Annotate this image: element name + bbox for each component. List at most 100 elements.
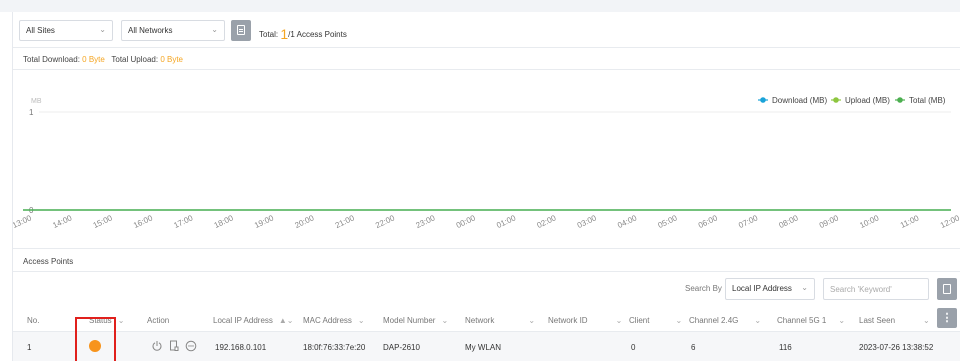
- col-channel-24g[interactable]: Channel 2.4G ⌄: [689, 316, 761, 325]
- cell-network: My WLAN: [465, 343, 501, 352]
- x-tick-label: 09:00: [818, 213, 840, 230]
- col-network-id[interactable]: Network ID ⌄: [548, 316, 622, 325]
- search-by-value: Local IP Address: [732, 284, 792, 293]
- col-local-ip-label: Local IP Address: [213, 316, 273, 325]
- sort-icon: ⌄: [357, 316, 365, 325]
- search-by-label: Search By: [685, 284, 722, 293]
- col-local-ip[interactable]: Local IP Address ▲⌄: [213, 316, 294, 325]
- legend-marker: [897, 97, 903, 103]
- col-no: No.: [27, 316, 40, 325]
- x-tick-label: 05:00: [657, 213, 679, 230]
- cell-channel-5g: 116: [779, 343, 792, 352]
- sort-asc-icon: ▲⌄: [278, 316, 294, 325]
- col-channel-5g[interactable]: Channel 5G 1 ⌄: [777, 316, 845, 325]
- x-tick-label: 11:00: [899, 213, 921, 230]
- legend-marker: [833, 97, 839, 103]
- col-channel-5g-label: Channel 5G 1: [777, 316, 827, 325]
- x-tick-label: 16:00: [132, 213, 154, 230]
- col-client[interactable]: Client ⌄: [629, 316, 682, 325]
- sort-icon: ⌄: [441, 316, 449, 325]
- x-tick-label: 14:00: [51, 213, 73, 230]
- col-mac-label: MAC Address: [303, 316, 352, 325]
- cell-last-seen: 2023-07-26 13:38:52: [859, 343, 934, 352]
- dashboard-panel: All Sites ⌄ All Networks ⌄ Total: 1/1 Ac…: [12, 12, 960, 361]
- sort-icon: ⌄: [528, 316, 536, 325]
- x-tick-label: 18:00: [213, 213, 235, 230]
- export-table-button[interactable]: [937, 278, 957, 300]
- cell-client: 0: [631, 343, 636, 352]
- top-strip: [0, 0, 960, 12]
- traffic-totals: Total Download: 0 Byte Total Upload: 0 B…: [13, 48, 960, 70]
- download-value: 0 Byte: [82, 55, 105, 64]
- total-suffix: /1 Access Points: [288, 30, 347, 39]
- column-options-button[interactable]: ⋮: [937, 308, 957, 328]
- search-by-select[interactable]: Local IP Address ⌄: [725, 278, 815, 300]
- col-model-label: Model Number: [383, 316, 436, 325]
- access-points-toolbar: Search By Local IP Address ⌄: [13, 272, 960, 306]
- col-last-seen[interactable]: Last Seen ⌄: [859, 316, 930, 325]
- access-points-title: Access Points: [23, 257, 74, 266]
- total-count: 1: [280, 26, 289, 42]
- x-tick-label: 03:00: [576, 213, 598, 230]
- upload-value: 0 Byte: [160, 55, 183, 64]
- device-config-icon[interactable]: [168, 340, 180, 352]
- col-channel-24g-label: Channel 2.4G: [689, 316, 739, 325]
- chevron-down-icon: ⌄: [801, 283, 808, 292]
- x-tick-label: 00:00: [455, 213, 477, 230]
- sort-icon: ⌄: [923, 316, 930, 325]
- x-tick-label: 01:00: [495, 213, 517, 230]
- download-label: Total Download:: [23, 55, 80, 64]
- chevron-down-icon: ⌄: [211, 25, 218, 34]
- legend-label: Download (MB): [772, 96, 827, 105]
- search-input[interactable]: [823, 278, 929, 300]
- legend-label: Upload (MB): [845, 96, 890, 105]
- export-icon: [237, 25, 245, 35]
- cell-channel-24g: 6: [691, 343, 696, 352]
- x-tick-label: 19:00: [253, 213, 275, 230]
- total-access-points: Total: 1/1 Access Points: [259, 24, 347, 42]
- cell-local-ip: 192.168.0.101: [215, 343, 267, 352]
- col-model[interactable]: Model Number ⌄: [383, 316, 448, 325]
- x-tick-label: 07:00: [737, 213, 759, 230]
- cell-model: DAP-2610: [383, 343, 420, 352]
- x-tick-label: 20:00: [293, 213, 315, 230]
- x-tick-label: 04:00: [616, 213, 638, 230]
- col-network-id-label: Network ID: [548, 316, 588, 325]
- power-icon[interactable]: [151, 340, 163, 352]
- legend-marker: [760, 97, 766, 103]
- total-prefix: Total:: [259, 30, 279, 39]
- sort-icon: ⌄: [615, 316, 623, 325]
- col-action: Action: [147, 316, 170, 325]
- col-network[interactable]: Network ⌄: [465, 316, 535, 325]
- x-tick-label: 02:00: [535, 213, 557, 230]
- legend-label: Total (MB): [909, 96, 946, 105]
- sort-icon: ⌄: [675, 316, 683, 325]
- x-tick-label: 12:00: [939, 213, 960, 230]
- export-icon: [943, 284, 951, 294]
- x-tick-label: 13:00: [13, 213, 33, 230]
- col-mac[interactable]: MAC Address ⌄: [303, 316, 365, 325]
- cell-no: 1: [27, 343, 32, 352]
- filter-bar: All Sites ⌄ All Networks ⌄ Total: 1/1 Ac…: [13, 12, 960, 48]
- more-options-icon[interactable]: [185, 340, 197, 352]
- export-button[interactable]: [231, 20, 251, 41]
- sites-select-value: All Sites: [26, 26, 55, 35]
- networks-select[interactable]: All Networks ⌄: [121, 20, 225, 41]
- col-last-seen-label: Last Seen: [859, 316, 896, 325]
- x-tick-label: 15:00: [92, 213, 114, 230]
- access-points-header: Access Points: [13, 248, 960, 272]
- sort-icon: ⌄: [754, 316, 762, 325]
- x-tick-label: 17:00: [172, 213, 194, 230]
- cell-mac: 18:0f:76:33:7e:20: [303, 343, 366, 352]
- chevron-down-icon: ⌄: [99, 25, 106, 34]
- table-header: No. Status ⌄ Action Local IP Address ▲⌄ MA…: [13, 306, 960, 332]
- x-tick-label: 21:00: [334, 213, 356, 230]
- x-tick-label: 08:00: [778, 213, 800, 230]
- y-axis-label: MB: [31, 98, 42, 105]
- x-tick-label: 06:00: [697, 213, 719, 230]
- x-tick-label: 23:00: [414, 213, 436, 230]
- x-tick-label: 22:00: [374, 213, 396, 230]
- sort-icon: ⌄: [838, 316, 846, 325]
- sites-select[interactable]: All Sites ⌄: [19, 20, 113, 41]
- traffic-chart: MB 0 1 13:00 14:00 15:00 16:00 17:00 18:00 19:00 2…: [13, 70, 960, 248]
